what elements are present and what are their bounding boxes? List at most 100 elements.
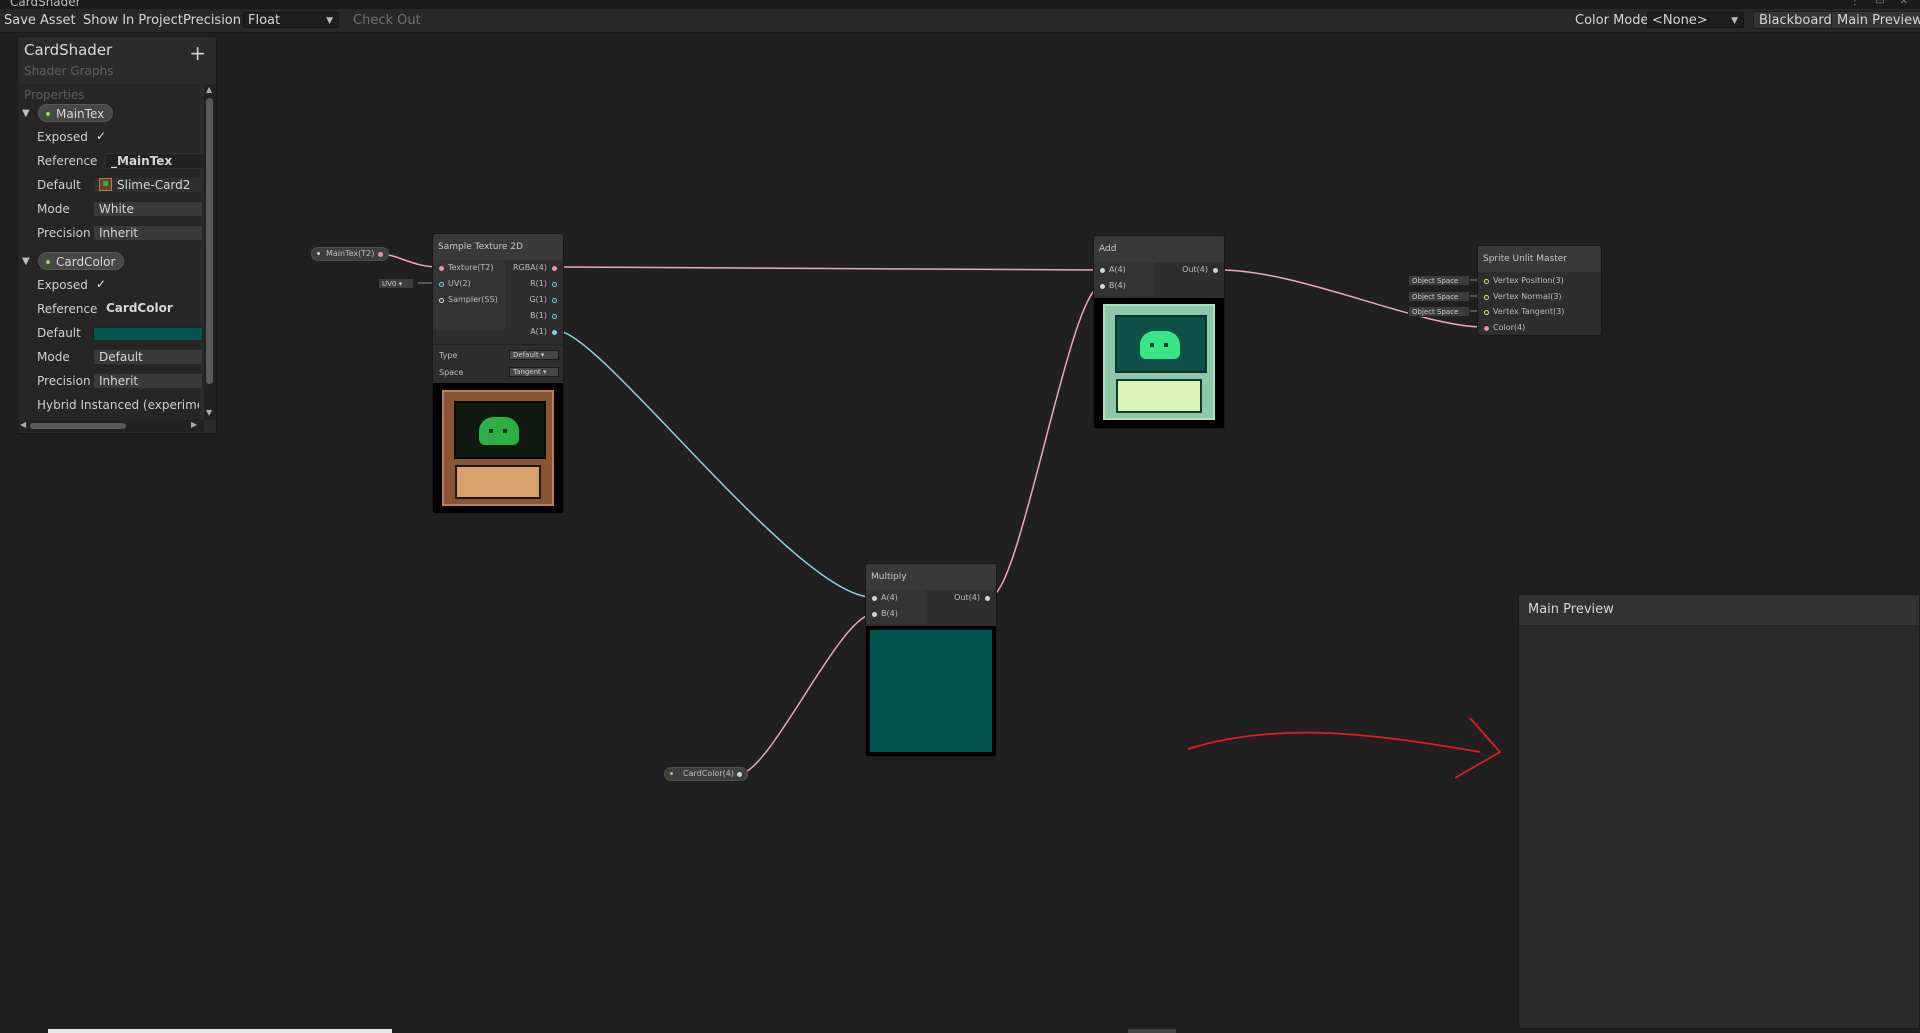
port-sampler: Sampler(SS) — [448, 295, 498, 304]
sample-texture-2d-node[interactable]: Sample Texture 2D Texture(T2) UV(2) Samp… — [432, 233, 564, 514]
main-preview-toggle-button[interactable]: Main Preview — [1831, 11, 1920, 29]
horizontal-scrollbar[interactable]: ◀ ▶ — [18, 420, 204, 432]
color-mode-label: Color Mode — [1575, 13, 1649, 28]
port-r: R(1) — [530, 279, 547, 288]
blackboard-toggle-button[interactable]: Blackboard — [1753, 11, 1838, 29]
reference-label: Reference — [37, 154, 98, 168]
precision-label: Precision — [183, 13, 242, 28]
output-port-icon[interactable] — [552, 298, 557, 303]
edge-cardcolor-to-multiply — [738, 613, 874, 775]
node-title: Add — [1094, 236, 1224, 262]
uv-input-tag[interactable]: UV0 ▾ — [378, 278, 414, 289]
properties-list: Properties ▼ MainTex Exposed ✓ Reference… — [18, 84, 205, 420]
output-port-icon[interactable] — [378, 252, 383, 257]
object-space-tag[interactable]: Object Space — [1408, 306, 1470, 317]
input-port-icon[interactable] — [439, 298, 444, 303]
show-in-project-button[interactable]: Show In Project — [83, 13, 183, 28]
precision-select[interactable]: Inherit — [93, 225, 203, 241]
hybrid-instanced-label[interactable]: Hybrid Instanced (experimental) — [37, 398, 199, 412]
color-preview — [870, 630, 992, 752]
property-pill-cardcolor[interactable]: CardColor — [38, 252, 125, 270]
type-value: Default — [513, 351, 539, 359]
uv-tag-label: UV0 — [382, 280, 397, 288]
divider — [433, 344, 563, 345]
default-label: Default — [37, 326, 81, 340]
input-port-icon[interactable] — [1484, 310, 1489, 315]
input-port-icon[interactable] — [439, 282, 444, 287]
slime-eye — [503, 429, 507, 433]
output-port-icon[interactable] — [552, 314, 557, 319]
window-titlebar: CardShader ⋮ ▭ ✕ — [0, 0, 1920, 9]
mode-select[interactable]: Default — [93, 349, 203, 365]
space-label: Space — [439, 368, 464, 377]
input-port-icon[interactable] — [1484, 279, 1489, 284]
add-property-button[interactable]: + — [189, 43, 206, 63]
reference-input[interactable]: CardColor — [93, 301, 203, 317]
precision-label: Precision — [37, 226, 91, 240]
precision-select[interactable]: Inherit — [93, 373, 203, 389]
input-port-icon[interactable] — [1100, 268, 1105, 273]
edge-rgba-to-add — [557, 266, 1102, 271]
default-texture-field[interactable]: Slime-Card2 — [93, 177, 203, 193]
cardcolor-property-node[interactable]: CardColor(4) — [664, 767, 748, 781]
scrollbar-thumb[interactable] — [206, 98, 213, 384]
input-port-icon[interactable] — [1100, 284, 1105, 289]
input-port-icon[interactable] — [872, 612, 877, 617]
output-port-icon[interactable] — [1213, 268, 1218, 273]
scroll-right-icon[interactable]: ▶ — [191, 420, 197, 429]
maintex-property-node[interactable]: MainTex(T2) — [311, 247, 389, 261]
reference-label: Reference — [37, 302, 98, 316]
default-color-swatch[interactable] — [93, 327, 203, 341]
color-mode-value: <None> — [1652, 13, 1708, 28]
property-dot-icon — [46, 260, 50, 264]
scroll-up-icon[interactable]: ▲ — [206, 85, 212, 94]
cardcolor-node-label: CardColor(4) — [683, 769, 734, 778]
check-out-button[interactable]: Check Out — [353, 13, 421, 28]
horizontal-scrollbar-thumb[interactable] — [1128, 1029, 1176, 1033]
object-space-tag[interactable]: Object Space — [1408, 275, 1470, 286]
input-port-icon[interactable] — [872, 596, 877, 601]
chevron-down-icon[interactable]: ▼ — [22, 108, 30, 119]
property-name: MainTex — [56, 107, 105, 121]
output-port-icon[interactable] — [737, 772, 742, 777]
main-preview-title: Main Preview — [1519, 595, 1919, 626]
chevron-down-icon: ▼ — [1731, 16, 1738, 26]
horizontal-scrollbar-thumb[interactable] — [48, 1029, 392, 1033]
input-port-icon[interactable] — [1484, 295, 1489, 300]
color-mode-select[interactable]: <None> ▼ — [1647, 12, 1744, 28]
node-preview-image — [433, 383, 563, 513]
exposed-checkbox[interactable]: ✓ — [96, 277, 106, 291]
slime-icon — [1140, 331, 1180, 359]
multiply-node[interactable]: Multiply A(4) B(4) Out(4) — [865, 563, 997, 757]
input-port-icon[interactable] — [439, 266, 444, 271]
vertical-scrollbar[interactable]: ▲ ▼ — [204, 84, 216, 420]
port-g: G(1) — [529, 295, 547, 304]
add-node[interactable]: Add A(4) B(4) Out(4) — [1093, 235, 1225, 429]
precision-select[interactable]: Float ▼ — [243, 12, 339, 28]
space-select[interactable]: Tangent ▾ — [509, 367, 559, 377]
object-space-tag[interactable]: Object Space — [1408, 291, 1470, 302]
reference-input[interactable]: _MainTex — [105, 153, 205, 169]
window-controls-icon[interactable]: ⋮ ▭ ✕ — [1850, 0, 1914, 7]
slime-icon — [479, 417, 519, 445]
port-vertex-tangent: Vertex Tangent(3) — [1493, 307, 1565, 316]
sprite-unlit-master-node[interactable]: Sprite Unlit Master Vertex Position(3) V… — [1477, 245, 1602, 336]
output-port-icon[interactable] — [552, 330, 557, 335]
input-port-icon[interactable] — [1484, 326, 1489, 331]
scroll-left-icon[interactable]: ◀ — [20, 420, 26, 429]
exposed-checkbox[interactable]: ✓ — [96, 129, 106, 143]
output-port-icon[interactable] — [552, 282, 557, 287]
output-port-icon[interactable] — [985, 596, 990, 601]
output-port-icon[interactable] — [552, 266, 557, 271]
mode-select[interactable]: White — [93, 201, 203, 217]
property-pill-maintex[interactable]: MainTex — [38, 104, 114, 122]
chevron-down-icon[interactable]: ▼ — [22, 256, 30, 267]
save-asset-button[interactable]: Save Asset — [4, 13, 76, 28]
node-preview-image — [866, 626, 996, 756]
type-select[interactable]: Default ▾ — [509, 350, 559, 360]
precision-value: Float — [248, 13, 281, 28]
scrollbar-thumb[interactable] — [30, 423, 126, 429]
scroll-down-icon[interactable]: ▼ — [206, 408, 212, 417]
main-preview-panel[interactable]: Main Preview — [1518, 594, 1920, 1029]
node-title: Sample Texture 2D — [433, 234, 563, 260]
